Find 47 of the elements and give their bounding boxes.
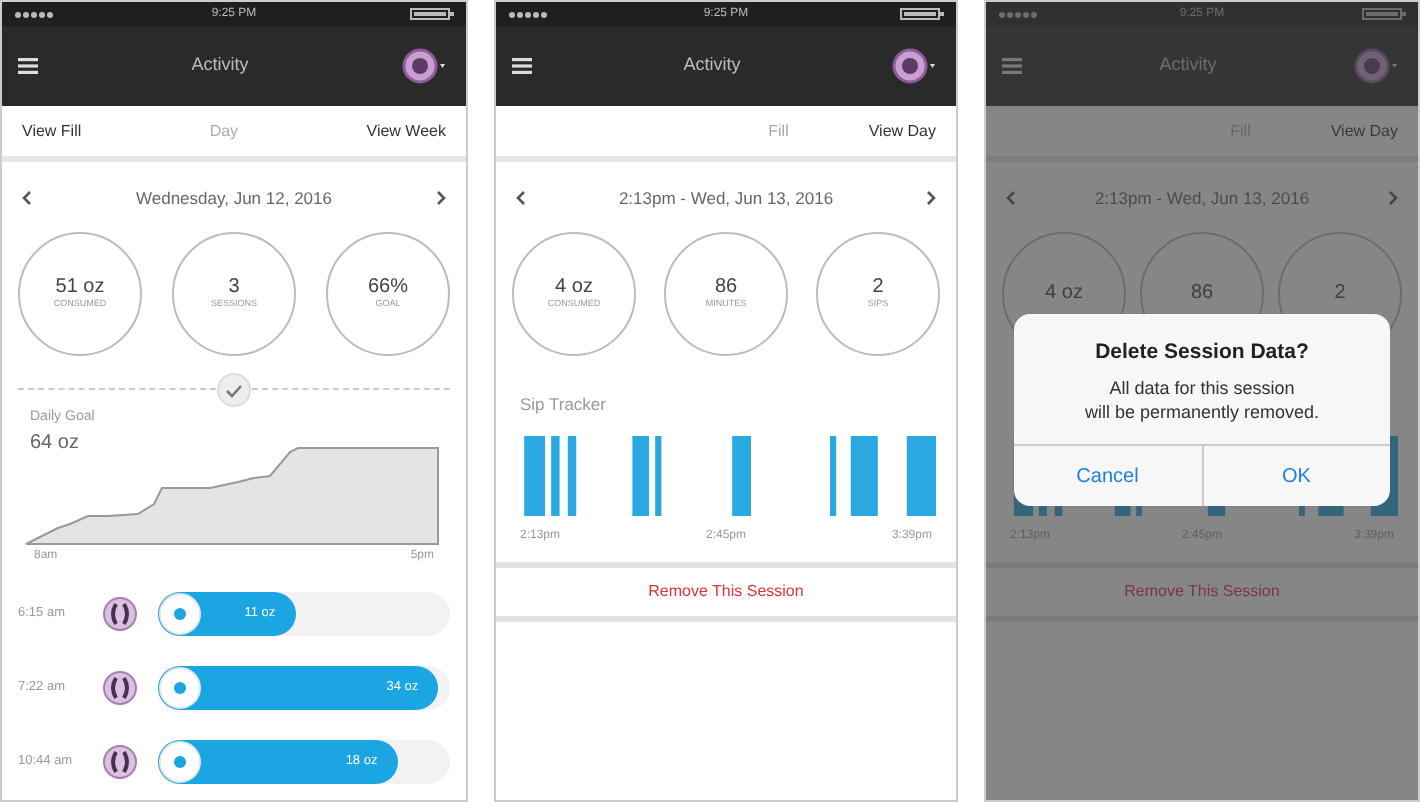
goal-value: 64 oz	[30, 430, 81, 459]
dialog-message: will be permanently removed.	[1082, 399, 1322, 425]
check-icon	[216, 371, 252, 408]
bottle-icon	[102, 670, 138, 707]
bottle-icon	[102, 744, 138, 781]
screen-title: Activity	[191, 52, 249, 79]
segment-tab[interactable]: View Day	[868, 115, 936, 147]
date-label: 2:13pm - Wed, Jun 13, 2016	[618, 186, 834, 212]
date-label: 2:13pm - Wed, Jun 13, 2016	[1094, 186, 1310, 212]
signal-icon	[508, 9, 552, 19]
dialog-title: Delete Session Data?	[1093, 338, 1311, 368]
battery-icon	[409, 8, 454, 20]
date-label: Wednesday, Jun 12, 2016	[136, 186, 332, 212]
menu-icon[interactable]	[512, 58, 532, 74]
segment-tab[interactable]: View Day	[1330, 115, 1398, 147]
segment-tab[interactable]: Day	[209, 115, 239, 147]
remove-session-button[interactable]: Remove This Session	[1112, 577, 1292, 606]
stat-value: 66%	[367, 275, 408, 298]
menu-icon[interactable]	[18, 58, 38, 74]
stat-value: 86	[1190, 282, 1214, 305]
previous-icon[interactable]	[516, 190, 526, 207]
segment-tab[interactable]: Fill	[768, 115, 789, 147]
segment-tab[interactable]: View Fill	[22, 115, 82, 147]
stat-value: 51 oz	[55, 275, 105, 298]
next-icon[interactable]	[435, 190, 446, 207]
remove-session-button[interactable]: Remove This Session	[636, 577, 816, 606]
avatar-icon[interactable]	[891, 48, 940, 84]
signal-icon	[998, 9, 1042, 19]
stat-value: 4 oz	[1045, 282, 1083, 305]
stat-value: 2	[872, 275, 884, 298]
tracker-title: Sip Tracker	[520, 393, 606, 414]
stat-value: 86	[714, 275, 738, 298]
next-icon[interactable]	[925, 190, 936, 207]
bottle-icon	[102, 596, 138, 633]
battery-icon	[899, 8, 944, 20]
signal-icon	[14, 9, 58, 19]
avatar-icon[interactable]	[401, 48, 450, 84]
stat-value: 2	[1334, 282, 1346, 305]
stat-value: 3	[228, 275, 240, 298]
screen-title: Activity	[683, 52, 741, 79]
battery-icon	[1361, 8, 1406, 20]
previous-icon[interactable]	[22, 190, 32, 207]
segment-tab[interactable]: View Week	[366, 115, 446, 147]
dialog-button[interactable]: OK	[1201, 446, 1390, 507]
dialog-button[interactable]: Cancel	[1014, 446, 1201, 507]
stat-value: 4 oz	[555, 275, 593, 298]
dialog-message: All data for this session	[1107, 375, 1297, 400]
